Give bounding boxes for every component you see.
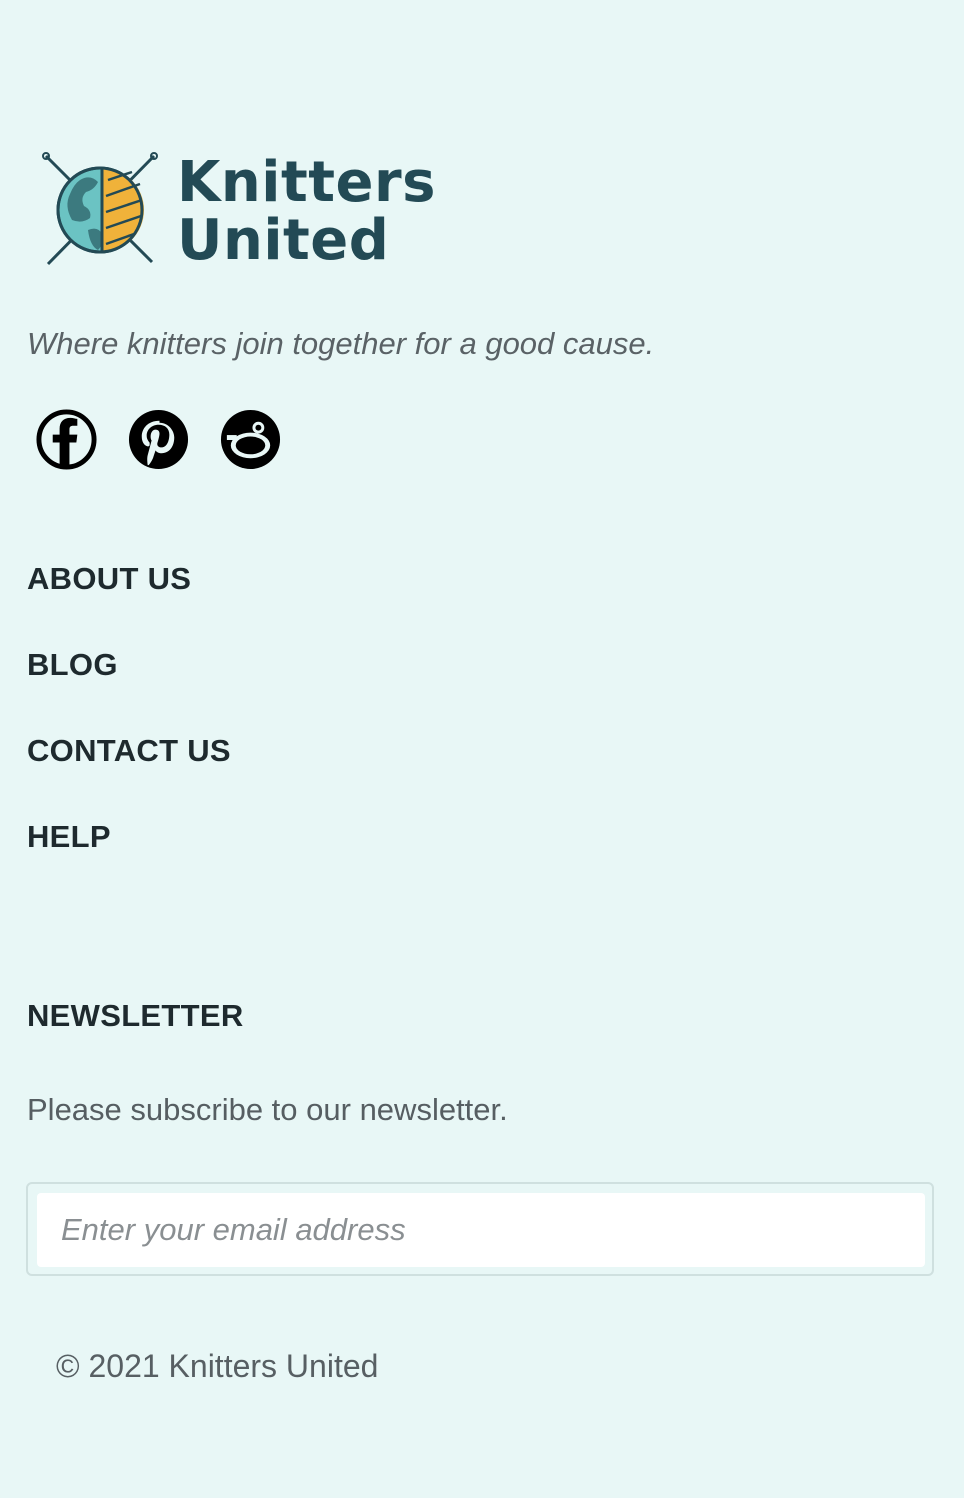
copyright: © 2021 Knitters United bbox=[56, 1348, 379, 1384]
pinterest-link[interactable] bbox=[127, 408, 190, 471]
email-field[interactable] bbox=[37, 1193, 925, 1267]
nav-link-blog[interactable]: BLOG bbox=[27, 644, 231, 730]
reddit-link[interactable] bbox=[219, 408, 282, 471]
email-field-wrapper bbox=[26, 1182, 934, 1276]
facebook-icon bbox=[36, 409, 97, 470]
logo-line-1: Knitters bbox=[177, 150, 436, 215]
pinterest-icon bbox=[128, 409, 189, 470]
reddit-icon bbox=[220, 409, 281, 470]
nav-link-about-us[interactable]: ABOUT US bbox=[27, 558, 231, 644]
logo[interactable]: Knitters United bbox=[40, 150, 435, 275]
knitting-globe-logo-icon bbox=[42, 152, 158, 266]
nav-link-help[interactable]: HELP bbox=[27, 816, 231, 902]
tagline: Where knitters join together for a good … bbox=[27, 326, 655, 361]
facebook-link[interactable] bbox=[35, 408, 98, 471]
nav-link-contact-us[interactable]: CONTACT US bbox=[27, 730, 231, 816]
newsletter-heading: NEWSLETTER bbox=[27, 998, 244, 1033]
footer-nav: ABOUT US BLOG CONTACT US HELP bbox=[27, 558, 231, 902]
logo-line-2: United bbox=[177, 208, 390, 273]
social-links bbox=[35, 408, 282, 471]
logo-wordmark: Knitters United bbox=[177, 154, 436, 270]
newsletter-description: Please subscribe to our newsletter. bbox=[27, 1092, 508, 1127]
